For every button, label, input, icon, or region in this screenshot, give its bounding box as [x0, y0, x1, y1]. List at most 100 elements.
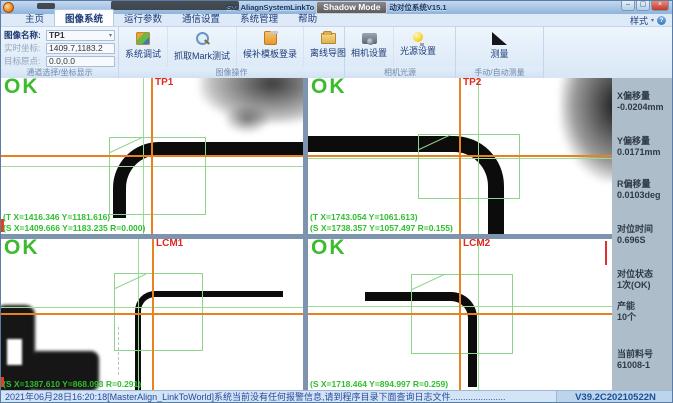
caret-down-icon: ▾	[109, 32, 112, 39]
r-offset-item: R偏移量 0.0103deg	[617, 179, 661, 200]
coordinate-readout: (S X=1387.610 Y=868.093 R=0.291)	[3, 379, 141, 390]
viewport-lcm2[interactable]: OK LCM2 (S X=1718.464 Y=894.997 R=0.259)	[308, 239, 612, 390]
align-time-value: 0.696S	[617, 235, 653, 246]
tab-system-mgmt[interactable]: 系统管理	[230, 10, 288, 26]
y-offset-label: Y偏移量	[617, 136, 661, 147]
found-coords: (S X=1738.357 Y=1057.497 R=0.155)	[310, 223, 453, 234]
search-region-box	[114, 273, 203, 351]
tab-run-params[interactable]: 运行参数	[114, 10, 172, 26]
part-number-label: 当前料号	[617, 349, 653, 360]
throughput-label: 产能	[617, 301, 636, 312]
x-offset-item: X偏移量 -0.0204mm	[617, 91, 664, 112]
clipboard-icon	[264, 31, 277, 45]
measure-label: 测量	[490, 47, 508, 60]
status-bar: 2021年06月28日16:20:18[MasterAlign_LinkToWo…	[1, 390, 673, 403]
style-menu[interactable]: 样式 ▾ ?	[630, 14, 666, 27]
camera-label-lcm2: LCM2	[463, 239, 490, 249]
image-name-value: TP1	[49, 30, 65, 40]
ribbon: 图像名称: TP1 ▾ 实时坐标: 1409.7,1183.2 目标原点: 0.0…	[1, 27, 672, 78]
shadow-blob	[560, 78, 612, 182]
menu-tab-bar: 主页 图像系统 运行参数 通信设置 系统管理 帮助 样式 ▾ ?	[1, 14, 672, 27]
part-number-value: 61008-1	[617, 360, 653, 371]
light-settings-button[interactable]: 光源设置	[394, 27, 442, 67]
group-measure: 测量 手动/自动测量	[456, 27, 544, 78]
tab-comm-settings[interactable]: 通信设置	[172, 10, 230, 26]
align-status-value: 1次(OK)	[617, 280, 653, 291]
results-sidebar: X偏移量 -0.0204mm Y偏移量 0.0171mm R偏移量 0.0103…	[612, 78, 673, 390]
align-crosshair-h	[1, 313, 303, 315]
image-name-select[interactable]: TP1 ▾	[46, 30, 115, 41]
viewport-tp2[interactable]: OK TP2 (T X=1743.054 Y=1061.613) (S X=17…	[308, 78, 612, 234]
x-offset-value: -0.0204mm	[617, 102, 664, 113]
tab-home[interactable]: 主页	[15, 10, 54, 26]
version-label: V39.2C20210522N	[556, 391, 673, 403]
realtime-coord-value: 1409.7,1183.2	[49, 43, 103, 53]
coordinate-readout: (T X=1743.054 Y=1061.613) (S X=1738.357 …	[310, 212, 453, 234]
part-number-item: 当前料号 61008-1	[617, 349, 653, 370]
system-debug-label: 系统调试	[125, 47, 161, 60]
window-controls: – ▢ ×	[621, 1, 669, 11]
target-origin-row: 目标原点: 0.0,0.0	[4, 55, 115, 67]
target-coords: (T X=1743.054 Y=1061.613)	[310, 212, 453, 223]
viewport-tp1[interactable]: OK TP1 (T X=1416.346 Y=1181.616) (S X=14…	[1, 78, 303, 234]
align-time-label: 对位时间	[617, 224, 653, 235]
coordinate-readout: (T X=1416.346 Y=1181.616) (S X=1409.666 …	[3, 212, 145, 234]
bulb-icon	[413, 32, 423, 42]
minimize-button[interactable]: –	[621, 1, 635, 11]
target-origin-value: 0.0,0.0	[49, 56, 75, 66]
throughput-item: 产能 10个	[617, 301, 636, 322]
viewport-lcm1[interactable]: OK LCM1 (S X=1387.610 Y=868.093 R=0.291)	[1, 239, 303, 390]
align-status-item: 对位状态 1次(OK)	[617, 269, 653, 290]
window-title-right: 动对位系统V15.1	[389, 2, 446, 13]
coordinate-readout: (S X=1718.464 Y=894.997 R=0.259)	[310, 379, 448, 390]
measure-button[interactable]: 测量	[484, 27, 514, 67]
maximize-button[interactable]: ▢	[636, 1, 650, 11]
tab-image-system[interactable]: 图像系统	[54, 9, 114, 26]
image-name-row: 图像名称: TP1 ▾	[4, 29, 115, 41]
r-offset-value: 0.0103deg	[617, 190, 661, 201]
status-ok: OK	[4, 78, 40, 99]
backup-template-label: 候补模板登录	[243, 47, 297, 60]
status-ok: OK	[311, 239, 347, 260]
realtime-coord-field[interactable]: 1409.7,1183.2	[46, 43, 115, 54]
close-button[interactable]: ×	[651, 1, 669, 11]
app-window: SY_AliagnSystemLinkTo Shadow Mode 动对位系统V…	[0, 0, 673, 403]
group-caption-channel: 通道选择/坐标显示	[1, 67, 118, 78]
status-ok: OK	[4, 239, 40, 260]
system-debug-button[interactable]: 系统调试	[119, 27, 168, 67]
search-region-box	[109, 137, 206, 215]
edge-marker	[605, 241, 607, 265]
group-channel-select: 图像名称: TP1 ▾ 实时坐标: 1409.7,1183.2 目标原点: 0.0…	[1, 27, 119, 78]
align-crosshair-h	[1, 155, 303, 157]
y-offset-item: Y偏移量 0.0171mm	[617, 136, 661, 157]
align-status-label: 对位状态	[617, 269, 653, 280]
group-caption-measure: 手动/自动测量	[456, 67, 543, 78]
status-message: 2021年06月28日16:20:18[MasterAlign_LinkToWo…	[1, 391, 556, 403]
y-offset-value: 0.0171mm	[617, 147, 661, 158]
found-coords: (S X=1409.666 Y=1183.235 R=0.000)	[3, 223, 145, 234]
tab-help[interactable]: 帮助	[288, 10, 327, 26]
triangle-ruler-icon	[492, 32, 507, 45]
align-time-item: 对位时间 0.696S	[617, 224, 653, 245]
x-offset-label: X偏移量	[617, 91, 664, 102]
realtime-coord-row: 实时坐标: 1409.7,1183.2	[4, 42, 115, 54]
camera-settings-button[interactable]: 相机设置	[345, 27, 394, 67]
camera-settings-label: 相机设置	[351, 46, 387, 59]
image-name-label: 图像名称:	[4, 29, 46, 41]
grab-mark-test-button[interactable]: 抓取Mark测试	[168, 27, 237, 67]
group-caption-camera-light: 相机光源	[345, 67, 455, 78]
help-icon[interactable]: ?	[657, 16, 666, 25]
target-origin-field[interactable]: 0.0,0.0	[46, 56, 115, 67]
group-camera-light: 相机设置 光源设置 相机光源	[345, 27, 456, 78]
align-crosshair-h	[308, 313, 612, 315]
found-coords: (S X=1387.610 Y=868.093 R=0.291)	[3, 379, 141, 390]
folder-icon	[321, 33, 336, 44]
light-settings-label: 光源设置	[400, 44, 436, 57]
caret-down-icon: ▾	[651, 17, 654, 24]
throughput-value: 10个	[617, 312, 636, 323]
backup-template-button[interactable]: 候补模板登录	[237, 27, 304, 67]
camera-label-tp2: TP2	[463, 78, 481, 88]
align-crosshair-h	[308, 155, 612, 157]
ribbon-filler	[544, 27, 672, 78]
offline-map-label: 离线导图	[310, 46, 346, 59]
